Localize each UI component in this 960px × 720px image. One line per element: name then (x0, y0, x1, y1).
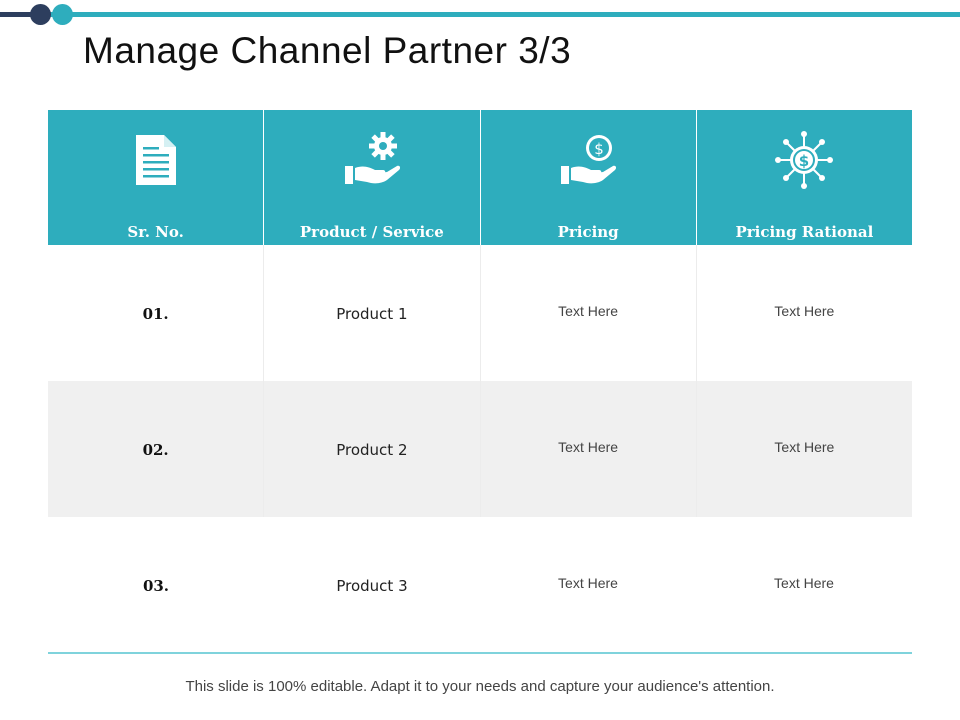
decor-dot-dark (30, 4, 51, 25)
footer-note: This slide is 100% editable. Adapt it to… (185, 678, 775, 695)
header-cell-pricing: $ Pricing (479, 110, 696, 245)
rational-text: Text Here (774, 303, 835, 319)
pricing-text: Text Here (558, 303, 619, 319)
dollar-network-icon: $ (774, 130, 834, 190)
table-row: 03. Product 3 Text Here Text Here (48, 517, 912, 653)
cell-product: Product 1 (263, 245, 480, 381)
top-accent-line (0, 12, 960, 17)
header-cell-sr-no: Sr. No. (48, 110, 264, 245)
header-label: Pricing Rational (735, 223, 874, 241)
product-name: Product 1 (336, 305, 408, 323)
cell-sr-no: 03. (48, 517, 264, 653)
cell-pricing: Text Here (479, 245, 696, 381)
cell-pricing-rational: Text Here (695, 245, 912, 381)
header-label: Product / Service (299, 223, 444, 241)
bottom-divider (48, 652, 912, 654)
hand-coin-icon: $ (558, 130, 618, 190)
header-cell-pricing-rational: $ Pricing Rational (695, 110, 912, 245)
table-row: 02. Product 2 Text Here Text Here (48, 381, 912, 517)
product-name: Product 2 (336, 441, 408, 459)
pricing-text: Text Here (558, 575, 618, 591)
svg-text:$: $ (799, 152, 809, 170)
sr-number: 02. (142, 441, 169, 459)
sr-number: 03. (142, 577, 170, 595)
svg-text:$: $ (594, 140, 604, 158)
cell-pricing: Text Here (480, 517, 696, 653)
cell-sr-no: 02. (48, 381, 264, 517)
slide-title: Manage Channel Partner 3/3 (83, 30, 572, 71)
table-row: 01. Product 1 Text Here Text Here (48, 245, 912, 381)
rational-text: Text Here (774, 575, 834, 591)
cell-product: Product 2 (263, 381, 480, 517)
product-name: Product 3 (336, 577, 408, 595)
document-icon (126, 130, 186, 190)
header-label: Sr. No. (127, 223, 184, 241)
cell-sr-no: 01. (48, 245, 264, 381)
table-header-row: Sr. No. Product / Service $ Pricing $ Pr… (48, 110, 912, 245)
pricing-text: Text Here (558, 439, 619, 455)
sr-number: 01. (142, 305, 169, 323)
cell-product: Product 3 (264, 517, 480, 653)
cell-pricing: Text Here (479, 381, 696, 517)
hand-gear-icon (342, 130, 402, 190)
rational-text: Text Here (774, 439, 835, 455)
partner-table: Sr. No. Product / Service $ Pricing $ Pr… (48, 110, 912, 653)
header-label: Pricing (557, 223, 619, 241)
cell-pricing-rational: Text Here (696, 517, 912, 653)
decor-dot-teal (52, 4, 73, 25)
cell-pricing-rational: Text Here (695, 381, 912, 517)
header-cell-product-service: Product / Service (263, 110, 480, 245)
